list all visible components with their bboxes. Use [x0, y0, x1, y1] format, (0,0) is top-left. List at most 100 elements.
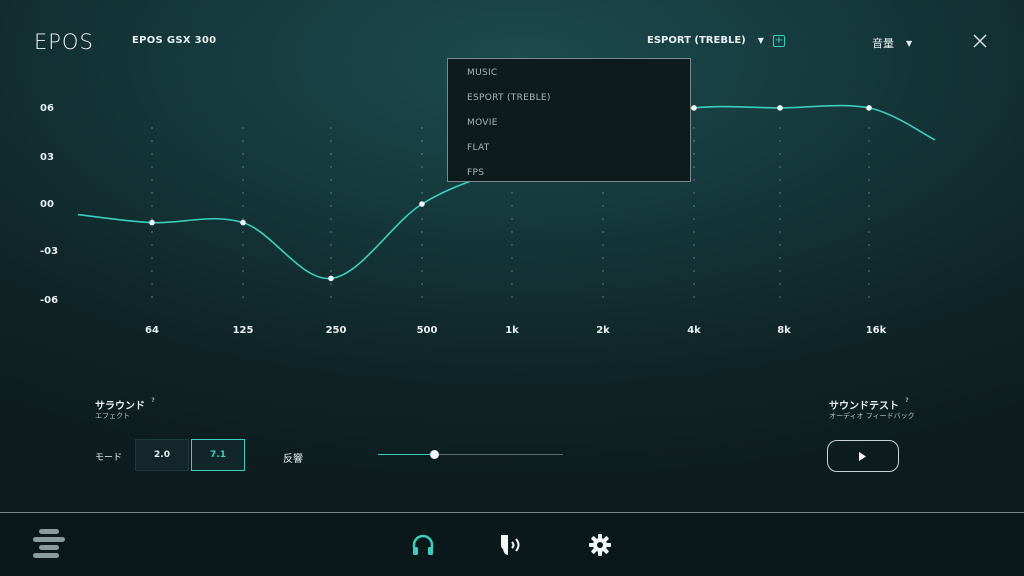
eq-guide-dot — [602, 296, 604, 298]
help-icon[interactable]: ? — [903, 397, 911, 405]
dropdown-item-flat[interactable]: FLAT — [467, 143, 490, 153]
eq-guide-dot — [421, 270, 423, 272]
eq-guide-dot — [868, 257, 870, 259]
play-button[interactable] — [827, 440, 899, 472]
eq-guide-dot — [330, 140, 332, 142]
eq-guide-dot — [151, 244, 153, 246]
eq-guide-dot — [693, 257, 695, 259]
sound-test-subtitle: オーディオ フィードバック — [829, 412, 915, 420]
eq-guide-dot — [242, 257, 244, 259]
eq-band-handle[interactable] — [240, 219, 246, 226]
eq-guide-dot — [779, 257, 781, 259]
bottom-nav-bar — [0, 512, 1024, 576]
eq-band-handle[interactable] — [328, 275, 334, 282]
eq-guide-dot — [779, 231, 781, 233]
eq-guide-dot — [151, 166, 153, 168]
eq-guide-dot — [693, 205, 695, 207]
eq-guide-dot — [421, 153, 423, 155]
eq-guide-dot — [242, 153, 244, 155]
eq-guide-dot — [868, 231, 870, 233]
eq-guide-dot — [511, 244, 513, 246]
eq-guide-dot — [693, 153, 695, 155]
eq-guide-dot — [511, 296, 513, 298]
eq-guide-dot — [602, 231, 604, 233]
help-icon[interactable]: ? — [149, 397, 157, 405]
reverb-slider-thumb[interactable] — [429, 450, 439, 459]
reverb-slider[interactable] — [378, 449, 563, 461]
eq-guide-dot — [242, 296, 244, 298]
mode-7-1-button[interactable]: 7.1 — [191, 439, 245, 471]
dropdown-item-esport-treble[interactable]: ESPORT (TREBLE) — [467, 93, 551, 103]
eq-guide-dot — [779, 283, 781, 285]
eq-guide-dot — [330, 218, 332, 220]
eq-guide-dot — [151, 283, 153, 285]
dropdown-item-fps[interactable]: FPS — [467, 168, 484, 178]
surround-subtitle: エフェクト — [95, 412, 130, 420]
preset-dropdown-menu: MUSIC ESPORT (TREBLE) MOVIE FLAT FPS — [447, 58, 691, 182]
eq-guide-dot — [779, 179, 781, 181]
eq-band-handle[interactable] — [866, 105, 872, 111]
eq-guide-dot — [868, 153, 870, 155]
eq-guide-dot — [330, 283, 332, 285]
eq-guide-dot — [511, 270, 513, 272]
eq-guide-dot — [693, 270, 695, 272]
eq-guide-dot — [242, 270, 244, 272]
eq-guide-dot — [511, 283, 513, 285]
eq-guide-dot — [868, 127, 870, 129]
eq-guide-dot — [242, 205, 244, 207]
eq-guide-dot — [242, 283, 244, 285]
eq-guide-dot — [868, 205, 870, 207]
eq-band-handle[interactable] — [149, 219, 155, 226]
eq-guide-dot — [330, 296, 332, 298]
sound-test-title: サウンドテスト? — [829, 397, 911, 412]
dropdown-item-music[interactable]: MUSIC — [467, 68, 498, 78]
eq-guide-dot — [602, 283, 604, 285]
surround-title: サラウンド? — [95, 397, 157, 412]
eq-guide-dot — [151, 192, 153, 194]
eq-guide-dot — [693, 179, 695, 181]
play-icon — [859, 451, 866, 461]
eq-guide-dot — [779, 244, 781, 246]
eq-guide-dot — [421, 218, 423, 220]
eq-guide-dot — [151, 257, 153, 259]
mode-2-0-button[interactable]: 2.0 — [135, 439, 189, 471]
eq-guide-dot — [779, 270, 781, 272]
eq-guide-dot — [151, 205, 153, 207]
menu-icon[interactable] — [33, 529, 65, 559]
eq-band-handle[interactable] — [777, 105, 783, 111]
eq-guide-dot — [421, 283, 423, 285]
eq-guide-dot — [151, 296, 153, 298]
eq-guide-dot — [511, 231, 513, 233]
eq-guide-dot — [511, 257, 513, 259]
eq-guide-dot — [868, 166, 870, 168]
eq-guide-dot — [242, 166, 244, 168]
eq-band-handle[interactable] — [419, 201, 425, 207]
eq-guide-dot — [242, 244, 244, 246]
eq-band-handle[interactable] — [691, 105, 697, 111]
eq-guide-dot — [602, 192, 604, 194]
eq-guide-dot — [602, 205, 604, 207]
gear-icon[interactable] — [588, 533, 612, 557]
eq-guide-dot — [330, 231, 332, 233]
eq-guide-dot — [330, 192, 332, 194]
headphones-icon[interactable] — [411, 533, 435, 557]
dropdown-item-movie[interactable]: MOVIE — [467, 118, 498, 128]
eq-guide-dot — [421, 166, 423, 168]
eq-guide-dot — [242, 127, 244, 129]
eq-guide-dot — [868, 140, 870, 142]
eq-guide-dot — [779, 205, 781, 207]
eq-guide-dot — [868, 296, 870, 298]
eq-guide-dot — [868, 179, 870, 181]
reverb-slider-fill — [378, 454, 434, 455]
eq-guide-dot — [330, 205, 332, 207]
microphone-icon[interactable] — [499, 533, 525, 557]
eq-guide-dot — [779, 127, 781, 129]
eq-guide-dot — [151, 218, 153, 220]
eq-guide-dot — [693, 231, 695, 233]
eq-guide-dot — [242, 192, 244, 194]
eq-guide-dot — [868, 270, 870, 272]
mode-label: モード — [95, 453, 123, 463]
eq-guide-dot — [779, 166, 781, 168]
eq-guide-dot — [421, 140, 423, 142]
eq-guide-dot — [151, 153, 153, 155]
